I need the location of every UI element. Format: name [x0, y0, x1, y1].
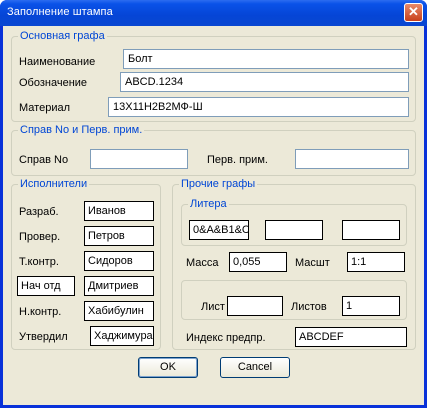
dialog-client: Основная графа Наименование Болт Обознач…: [3, 26, 424, 405]
litera-group-title: Литера: [188, 197, 229, 211]
first-use-field[interactable]: [295, 149, 409, 169]
designation-label: Обозначение: [19, 77, 88, 89]
performer-field-tech-control[interactable]: Сидоров: [84, 251, 154, 271]
designation-field[interactable]: ABCD.1234: [120, 72, 409, 92]
sheet-label: Лист: [201, 301, 225, 313]
window-title: Заполнение штампа: [7, 6, 113, 18]
mass-field[interactable]: 0,055: [229, 252, 287, 272]
cancel-button[interactable]: Cancel: [220, 357, 290, 378]
performer-label-approver: Утвердил: [19, 331, 68, 343]
title-bar[interactable]: Заполнение штампа ✕: [0, 0, 427, 26]
performer-label-norm-control: Н.контр.: [19, 306, 62, 318]
ref-group-title: Справ No и Перв. прим.: [18, 123, 145, 137]
name-field[interactable]: Болт: [123, 49, 409, 69]
ref-field[interactable]: [90, 149, 188, 169]
scale-field[interactable]: 1:1: [347, 252, 405, 272]
material-label: Материал: [19, 102, 70, 114]
performers-title: Исполнители: [18, 177, 90, 191]
litera-field-3[interactable]: [342, 220, 400, 240]
performer-label-developer: Разраб.: [19, 206, 59, 218]
performer-field-developer[interactable]: Иванов: [84, 201, 154, 221]
material-field[interactable]: 13Х11Н2В2МФ-Ш: [108, 97, 409, 117]
performer-field-dept-head[interactable]: Дмитриев: [84, 276, 154, 296]
performer-field-checker[interactable]: Петров: [84, 226, 154, 246]
first-use-label: Перв. прим.: [207, 154, 268, 166]
performer-label-dept-head[interactable]: Нач отд: [17, 276, 75, 296]
other-group-title: Прочие графы: [179, 177, 258, 191]
close-button[interactable]: ✕: [404, 3, 423, 22]
dialog-window: Заполнение штампа ✕ Основная графа Наиме…: [0, 0, 427, 408]
mass-label: Масса: [186, 257, 219, 269]
ref-label: Справ No: [19, 154, 69, 166]
main-group-title: Основная графа: [18, 29, 107, 43]
scale-label: Масшт: [295, 257, 330, 269]
sheets-total-field[interactable]: 1: [342, 296, 400, 316]
performer-label-checker: Провер.: [19, 231, 61, 243]
litera-field-2[interactable]: [265, 220, 323, 240]
sheet-field[interactable]: [227, 296, 283, 316]
performer-field-approver[interactable]: Хаджимура: [90, 326, 154, 346]
sheets-total-label: Листов: [291, 301, 327, 313]
litera-field-1[interactable]: 0&A&B1&C: [189, 220, 249, 240]
name-label: Наименование: [19, 56, 96, 68]
performer-label-tech-control: Т.контр.: [19, 256, 59, 268]
close-icon: ✕: [408, 4, 419, 19]
performer-field-norm-control[interactable]: Хабибулин: [84, 301, 154, 321]
enterprise-index-field[interactable]: ABCDEF: [295, 327, 407, 347]
ok-button[interactable]: OK: [138, 357, 198, 378]
enterprise-index-label: Индекс предпр.: [186, 332, 266, 344]
